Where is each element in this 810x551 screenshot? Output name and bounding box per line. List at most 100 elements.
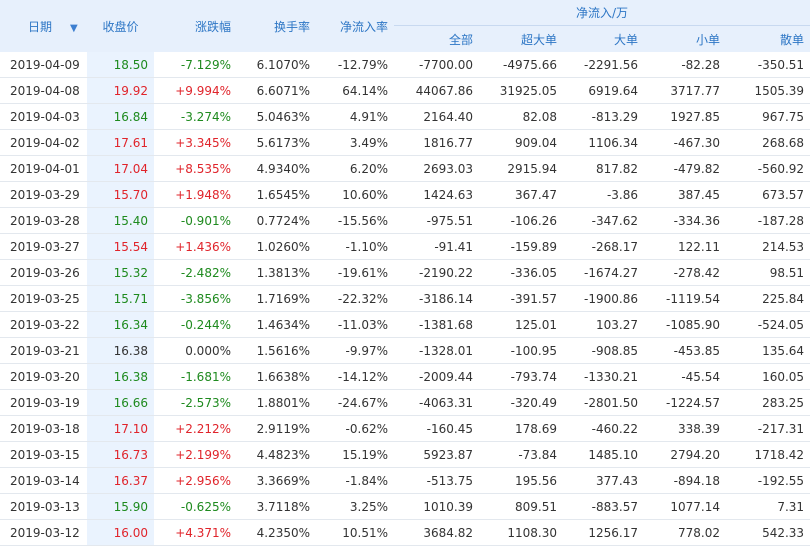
cell-net-small: 1077.14: [644, 493, 726, 520]
cell-date: 2019-03-25: [0, 285, 87, 312]
column-header-close[interactable]: 收盘价: [87, 0, 154, 52]
cell-net-super-large: -106.26: [479, 207, 563, 234]
cell-net-all: -1328.01: [394, 337, 479, 364]
cell-net-large: -908.85: [563, 337, 644, 364]
cell-turnover: 1.7169%: [237, 285, 316, 312]
table-row[interactable]: 2019-03-26 15.32 -2.482% 1.3813% -19.61% -219…: [0, 259, 810, 286]
cell-net-small: -467.30: [644, 129, 726, 156]
cell-net-ratio: 15.19%: [316, 441, 394, 468]
cell-net-small: 3717.77: [644, 77, 726, 104]
cell-net-large: -268.17: [563, 233, 644, 260]
table-row[interactable]: 2019-03-27 15.54 +1.436% 1.0260% -1.10% -91.4…: [0, 233, 810, 260]
cell-net-super-large: 178.69: [479, 415, 563, 442]
cell-date: 2019-03-20: [0, 363, 87, 390]
cell-net-ratio: -1.10%: [316, 233, 394, 260]
cell-net-retail: 7.31: [726, 493, 810, 520]
table-row[interactable]: 2019-04-08 19.92 +9.994% 6.6071% 64.14% 44067…: [0, 77, 810, 104]
cell-net-large: -2291.56: [563, 52, 644, 78]
table-row[interactable]: 2019-04-03 16.84 -3.274% 5.0463% 4.91% 2164.4…: [0, 103, 810, 130]
cell-change: -3.856%: [154, 285, 237, 312]
table-row[interactable]: 2019-03-28 15.40 -0.901% 0.7724% -15.56% -975…: [0, 207, 810, 234]
column-header-all[interactable]: 全部: [394, 25, 479, 52]
column-header-retail[interactable]: 散单: [726, 25, 810, 52]
table-row[interactable]: 2019-04-09 18.50 -7.129% 6.1070% -12.79% -770…: [0, 52, 810, 78]
cell-net-all: 5923.87: [394, 441, 479, 468]
cell-net-all: -975.51: [394, 207, 479, 234]
cell-net-small: -1119.54: [644, 285, 726, 312]
table-row[interactable]: 2019-03-20 16.38 -1.681% 1.6638% -14.12% -200…: [0, 363, 810, 390]
cell-net-ratio: -24.67%: [316, 389, 394, 416]
cell-close: 15.71: [87, 285, 154, 312]
table-row[interactable]: 2019-03-12 16.00 +4.371% 4.2350% 10.51% 3684.…: [0, 519, 810, 546]
cell-net-small: -453.85: [644, 337, 726, 364]
table-row[interactable]: 2019-03-18 17.10 +2.212% 2.9119% -0.62% -160.…: [0, 415, 810, 442]
cell-close: 17.04: [87, 155, 154, 182]
cell-net-large: 103.27: [563, 311, 644, 338]
cell-net-large: -1674.27: [563, 259, 644, 286]
cell-close: 15.54: [87, 233, 154, 260]
cell-net-large: -347.62: [563, 207, 644, 234]
cell-net-all: -3186.14: [394, 285, 479, 312]
cell-net-retail: 1718.42: [726, 441, 810, 468]
cell-close: 15.32: [87, 259, 154, 286]
table-row[interactable]: 2019-03-15 16.73 +2.199% 4.4823% 15.19% 5923.…: [0, 441, 810, 468]
cell-net-large: 1106.34: [563, 129, 644, 156]
cell-net-small: 1927.85: [644, 103, 726, 130]
cell-net-ratio: -9.97%: [316, 337, 394, 364]
cell-net-large: 817.82: [563, 155, 644, 182]
table-row[interactable]: 2019-03-14 16.37 +2.956% 3.3669% -1.84% -513.…: [0, 467, 810, 494]
cell-date: 2019-03-26: [0, 259, 87, 286]
cell-net-all: 44067.86: [394, 77, 479, 104]
cell-net-super-large: -793.74: [479, 363, 563, 390]
cell-net-small: -894.18: [644, 467, 726, 494]
sort-down-arrow-icon[interactable]: ▼: [70, 23, 78, 34]
cell-net-small: -278.42: [644, 259, 726, 286]
cell-net-ratio: -14.12%: [316, 363, 394, 390]
column-header-change[interactable]: 涨跌幅: [154, 0, 237, 52]
cell-date: 2019-04-02: [0, 129, 87, 156]
cell-turnover: 3.7118%: [237, 493, 316, 520]
column-header-large[interactable]: 大单: [563, 25, 644, 52]
table-row[interactable]: 2019-04-01 17.04 +8.535% 4.9340% 6.20% 2693.0…: [0, 155, 810, 182]
cell-net-ratio: -22.32%: [316, 285, 394, 312]
cell-net-retail: 283.25: [726, 389, 810, 416]
cell-net-super-large: -320.49: [479, 389, 563, 416]
cell-net-large: -1330.21: [563, 363, 644, 390]
cell-turnover: 1.0260%: [237, 233, 316, 260]
cell-close: 16.37: [87, 467, 154, 494]
table-row[interactable]: 2019-03-13 15.90 -0.625% 3.7118% 3.25% 1010.3…: [0, 493, 810, 520]
cell-net-super-large: 195.56: [479, 467, 563, 494]
fund-flow-table: 日期 ▼ 收盘价 涨跌幅 换手率 净流入率 净流入/万 全部 超大单 大单 小单 …: [0, 0, 810, 546]
cell-close: 16.84: [87, 103, 154, 130]
table-row[interactable]: 2019-03-25 15.71 -3.856% 1.7169% -22.32% -318…: [0, 285, 810, 312]
table-row[interactable]: 2019-03-22 16.34 -0.244% 1.4634% -11.03% -138…: [0, 311, 810, 338]
cell-net-large: -460.22: [563, 415, 644, 442]
cell-net-small: 2794.20: [644, 441, 726, 468]
column-header-super-large[interactable]: 超大单: [479, 25, 563, 52]
cell-date: 2019-03-29: [0, 181, 87, 208]
cell-date: 2019-03-27: [0, 233, 87, 260]
cell-turnover: 0.7724%: [237, 207, 316, 234]
column-header-turnover[interactable]: 换手率: [237, 0, 316, 52]
cell-net-large: -813.29: [563, 103, 644, 130]
column-header-small[interactable]: 小单: [644, 25, 726, 52]
table-row[interactable]: 2019-04-02 17.61 +3.345% 5.6173% 3.49% 1816.7…: [0, 129, 810, 156]
cell-date: 2019-03-12: [0, 519, 87, 546]
cell-net-super-large: 1108.30: [479, 519, 563, 546]
cell-change: -3.274%: [154, 103, 237, 130]
table-row[interactable]: 2019-03-19 16.66 -2.573% 1.8801% -24.67% -406…: [0, 389, 810, 416]
cell-net-super-large: -73.84: [479, 441, 563, 468]
cell-close: 17.10: [87, 415, 154, 442]
table-row[interactable]: 2019-03-21 16.38 0.000% 1.5616% -9.97% -1328.…: [0, 337, 810, 364]
cell-turnover: 1.6638%: [237, 363, 316, 390]
cell-net-retail: -217.31: [726, 415, 810, 442]
column-header-net-ratio[interactable]: 净流入率: [316, 0, 394, 52]
cell-net-small: 338.39: [644, 415, 726, 442]
cell-net-all: -2190.22: [394, 259, 479, 286]
table-row[interactable]: 2019-03-29 15.70 +1.948% 1.6545% 10.60% 1424.…: [0, 181, 810, 208]
cell-net-all: 1010.39: [394, 493, 479, 520]
cell-turnover: 4.2350%: [237, 519, 316, 546]
column-header-date[interactable]: 日期 ▼: [0, 0, 87, 52]
cell-change: +2.199%: [154, 441, 237, 468]
cell-close: 19.92: [87, 77, 154, 104]
